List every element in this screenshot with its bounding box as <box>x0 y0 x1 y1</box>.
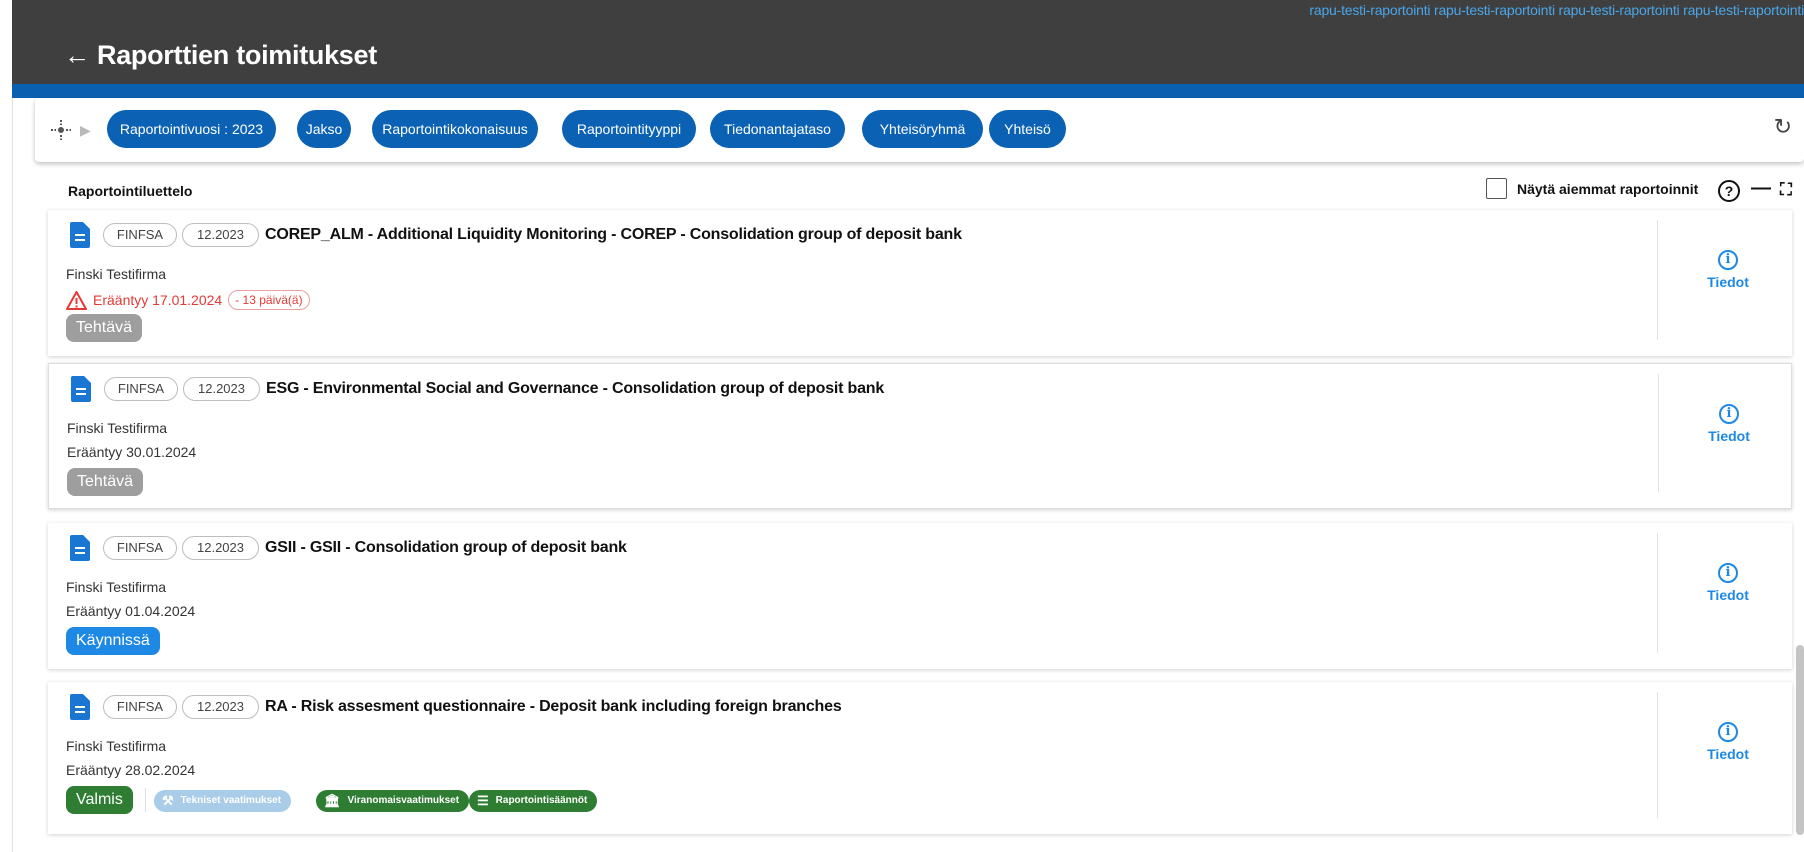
details-label: Tiedot <box>1707 587 1749 603</box>
requirement-badge-technical[interactable]: ⚒ Tekniset vaatimukset <box>154 790 292 812</box>
info-icon: i <box>1718 563 1738 583</box>
filter-chip-entity-group[interactable]: Yhteisöryhmä <box>862 110 983 148</box>
report-card[interactable]: FINFSA 12.2023 ESG - Environmental Socia… <box>48 363 1792 509</box>
card-divider <box>1657 220 1658 340</box>
period-tag: 12.2023 <box>182 695 259 719</box>
document-icon <box>70 694 90 720</box>
authority-tag: FINFSA <box>103 223 177 247</box>
filter-chip-informant-level[interactable]: Tiedonantajataso <box>710 110 845 148</box>
scrollbar-thumb[interactable] <box>1796 645 1804 835</box>
company-name: Finski Testifirma <box>67 420 168 436</box>
period-tag: 12.2023 <box>183 377 260 401</box>
info-icon: i <box>1718 250 1738 270</box>
company-name: Finski Testifirma <box>66 579 167 595</box>
report-title: COREP_ALM - Additional Liquidity Monitor… <box>265 226 962 243</box>
document-icon <box>70 535 90 561</box>
filter-chip-reporting-entity[interactable]: Raportointikokonaisuus <box>372 110 538 148</box>
details-button[interactable]: i Tiedot <box>1699 404 1759 444</box>
show-previous-checkbox[interactable]: Näytä aiemmat raportoinnit <box>1486 178 1698 199</box>
company-name: Finski Testifirma <box>66 266 167 282</box>
card-divider <box>1657 692 1658 818</box>
authority-tag: FINFSA <box>103 695 177 719</box>
authority-tag: FINFSA <box>103 536 177 560</box>
due-date: Erääntyy 01.04.2024 <box>66 603 196 619</box>
status-divider <box>145 788 146 812</box>
warning-icon <box>66 290 87 310</box>
report-title: RA - Risk assesment questionnaire - Depo… <box>265 698 842 715</box>
due-date: Erääntyy 30.01.2024 <box>67 444 197 460</box>
status-badge: Käynnissä <box>66 627 160 655</box>
details-button[interactable]: i Tiedot <box>1698 722 1758 762</box>
report-card[interactable]: FINFSA 12.2023 GSII - GSII - Consolidati… <box>48 523 1792 669</box>
status-badge: Tehtävä <box>66 314 143 342</box>
bank-icon: 🏛 <box>324 793 341 808</box>
report-card[interactable]: FINFSA 12.2023 RA - Risk assesment quest… <box>48 682 1792 834</box>
rules-list-icon: ☰ <box>477 793 489 808</box>
document-icon <box>70 222 90 248</box>
page-title: Raporttien toimitukset <box>97 40 377 70</box>
details-button[interactable]: i Tiedot <box>1698 250 1758 290</box>
show-previous-label: Näytä aiemmat raportoinnit <box>1517 180 1699 197</box>
authority-tag: FINFSA <box>104 377 178 401</box>
requirement-badge-rules[interactable]: ☰ Raportointisäännöt <box>469 790 598 812</box>
due-date: Erääntyy 28.02.2024 <box>66 762 196 778</box>
back-arrow-icon[interactable]: ← <box>64 40 90 71</box>
checkbox-box[interactable] <box>1486 178 1507 199</box>
filter-chip-reporting-type[interactable]: Raportointityyppi <box>562 110 696 148</box>
due-date: Erääntyy 17.01.2024 - 13 päivä(ä) <box>66 290 310 310</box>
refresh-icon[interactable]: ↻ <box>1774 114 1792 140</box>
status-badge: Tehtävä <box>67 468 144 496</box>
status-badge: Valmis <box>66 786 133 814</box>
document-icon <box>71 376 91 402</box>
minimize-icon[interactable]: — <box>1751 177 1771 200</box>
filter-bar: ▶ Raportointivuosi : 2023 Jakso Raportoi… <box>35 98 1804 162</box>
filter-tree-icon[interactable] <box>49 118 73 142</box>
requirement-label: Tekniset vaatimukset <box>180 795 282 806</box>
overdue-days-badge: - 13 päivä(ä) <box>228 290 310 310</box>
list-title: Raportointiluettelo <box>68 183 193 199</box>
help-icon[interactable]: ? <box>1718 180 1740 202</box>
left-border <box>12 98 13 852</box>
info-icon: i <box>1718 722 1738 742</box>
report-card[interactable]: FINFSA 12.2023 COREP_ALM - Additional Li… <box>48 210 1792 356</box>
fullscreen-icon[interactable]: ⛶ <box>1780 180 1792 200</box>
card-divider <box>1658 374 1659 492</box>
header-accent-band <box>12 84 1804 98</box>
details-button[interactable]: i Tiedot <box>1698 563 1758 603</box>
filter-expand-arrow-icon[interactable]: ▶ <box>80 119 94 141</box>
filter-chip-entity[interactable]: Yhteisö <box>989 110 1066 148</box>
report-title: ESG - Environmental Social and Governanc… <box>266 380 885 397</box>
details-label: Tiedot <box>1708 428 1750 444</box>
company-name: Finski Testifirma <box>66 738 167 754</box>
user-name: rapu-testi-raportointi rapu-testi-raport… <box>1309 2 1804 18</box>
requirement-label: Raportointisäännöt <box>495 795 588 806</box>
info-icon: i <box>1719 404 1739 424</box>
tools-icon: ⚒ <box>162 793 174 808</box>
due-date-text: Erääntyy 17.01.2024 <box>93 292 223 308</box>
filter-chip-reporting-year[interactable]: Raportointivuosi : 2023 <box>107 110 276 148</box>
requirement-label: Viranomaisvaatimukset <box>347 795 460 806</box>
filter-tree-svg <box>51 120 71 140</box>
period-tag: 12.2023 <box>182 536 259 560</box>
report-title: GSII - GSII - Consolidation group of dep… <box>265 539 627 556</box>
details-label: Tiedot <box>1707 746 1749 762</box>
requirement-badge-authority[interactable]: 🏛 Viranomaisvaatimukset <box>316 790 470 812</box>
filter-chip-period[interactable]: Jakso <box>297 110 351 148</box>
card-divider <box>1657 533 1658 653</box>
period-tag: 12.2023 <box>182 223 259 247</box>
details-label: Tiedot <box>1707 274 1749 290</box>
